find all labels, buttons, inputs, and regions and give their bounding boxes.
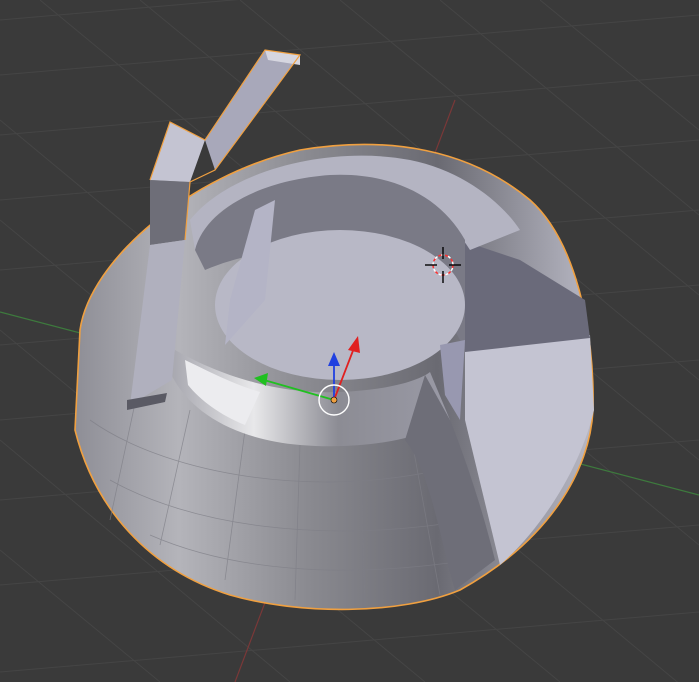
object-origin-icon <box>330 396 338 404</box>
handle-upright-left <box>150 180 190 245</box>
viewport-scene[interactable] <box>0 0 699 682</box>
3d-viewport[interactable] <box>0 0 699 682</box>
handle-top-face <box>150 122 205 182</box>
